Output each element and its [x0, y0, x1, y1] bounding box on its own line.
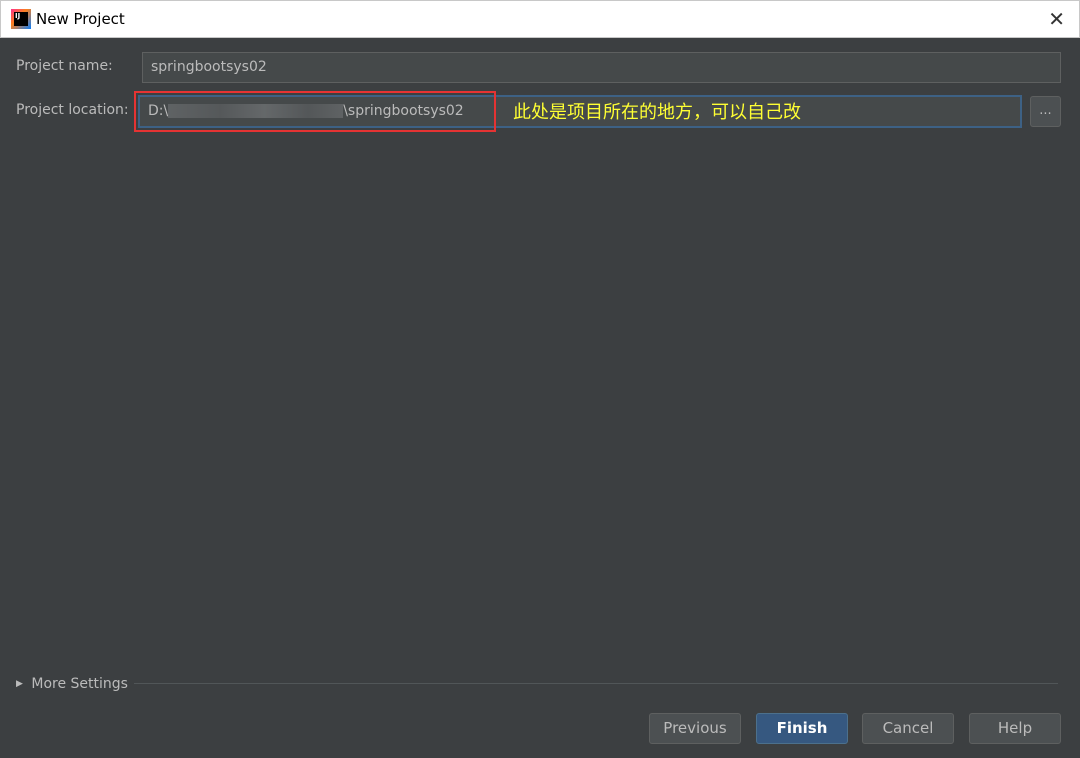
more-settings-label: More Settings — [31, 676, 128, 692]
project-location-label: Project location: — [16, 102, 129, 118]
project-name-input[interactable]: springbootsys02 — [142, 52, 1061, 83]
highlight-box — [134, 91, 496, 132]
title-bar: IJ New Project ✕ — [0, 0, 1080, 38]
close-icon[interactable]: ✕ — [1048, 7, 1065, 31]
cancel-button[interactable]: Cancel — [862, 713, 954, 744]
intellij-logo-icon: IJ — [11, 9, 31, 29]
window-title: New Project — [36, 10, 125, 28]
browse-button[interactable]: ... — [1030, 96, 1061, 127]
finish-button[interactable]: Finish — [756, 713, 848, 744]
more-settings-toggle[interactable]: ▶ More Settings — [16, 676, 128, 692]
separator — [134, 683, 1058, 684]
annotation-text: 此处是项目所在的地方，可以自己改 — [513, 102, 801, 123]
project-name-label: Project name: — [16, 58, 113, 74]
help-button[interactable]: Help — [969, 713, 1061, 744]
triangle-right-icon: ▶ — [16, 679, 23, 689]
previous-button[interactable]: Previous — [649, 713, 741, 744]
